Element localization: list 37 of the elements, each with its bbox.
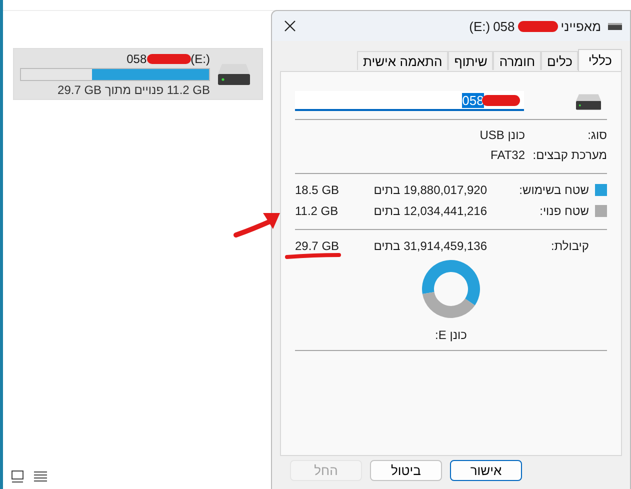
tab[interactable]: שיתוף — [448, 51, 494, 70]
title-drive-name: 058 — [493, 18, 515, 34]
annotation-underline — [284, 252, 342, 260]
redaction-mark — [482, 94, 520, 106]
drive-icon — [576, 92, 601, 110]
tab[interactable]: חומרה — [493, 51, 542, 70]
redaction-mark — [146, 54, 191, 64]
close-icon[interactable] — [282, 18, 298, 34]
tab[interactable]: כלים — [541, 51, 578, 70]
space-label: שטח בשימוש: — [518, 182, 589, 196]
size-value: 29.7 GB — [295, 238, 340, 252]
property-label: סוג: — [586, 128, 607, 142]
tab[interactable]: התאמה אישית — [356, 51, 448, 70]
drive-icon — [218, 63, 250, 85]
byte-count: 12,034,441,216 בתים — [372, 204, 487, 218]
details-view-icon[interactable] — [34, 470, 47, 483]
property-label: מערכת קבצים: — [532, 148, 607, 162]
drive-name: 058 — [126, 52, 147, 66]
size-value: 11.2 GB — [295, 204, 338, 218]
drive-caption: כונן E: — [434, 328, 468, 342]
property-value: FAT32 — [490, 148, 525, 162]
byte-count: 19,880,017,920 בתים — [372, 182, 487, 196]
property-value: כונן USB — [480, 128, 525, 142]
drive-letter: (E:) — [190, 52, 210, 66]
space-label: שטח פנוי: — [538, 204, 589, 218]
tab[interactable]: כללי — [578, 49, 622, 71]
space-label: קיבולת: — [550, 238, 589, 252]
redaction-mark — [518, 20, 558, 32]
drive-icon — [608, 22, 622, 30]
dialog-button[interactable]: אישור — [450, 460, 522, 481]
dialog-button[interactable]: ביטול — [370, 460, 442, 481]
tiles-view-icon[interactable] — [11, 470, 24, 483]
size-value: 18.5 GB — [295, 182, 340, 196]
title-drive-letter: (E:) — [469, 18, 490, 34]
name-field[interactable]: 058 — [295, 91, 524, 111]
byte-count: 31,914,459,136 בתים — [372, 238, 487, 252]
window-title: מאפייני — [560, 18, 601, 34]
